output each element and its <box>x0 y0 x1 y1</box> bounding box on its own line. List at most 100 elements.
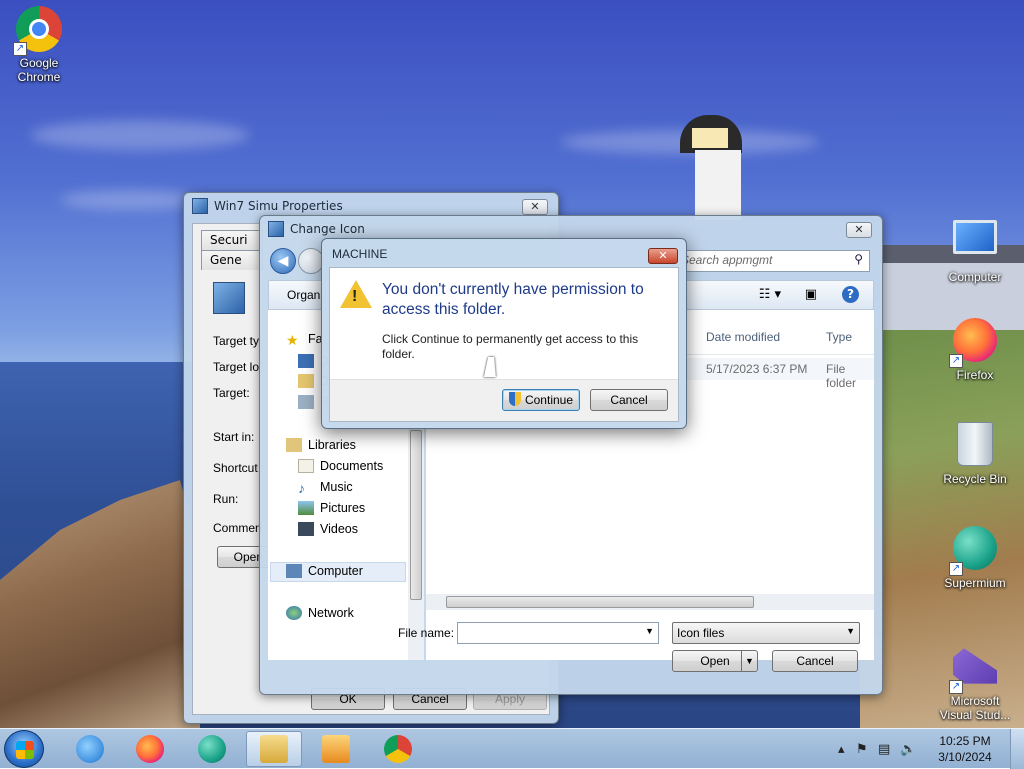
scrollbar-thumb[interactable] <box>446 596 754 608</box>
start-button[interactable] <box>4 730 44 768</box>
taskbar-file-explorer[interactable] <box>246 731 302 767</box>
change-icon-title-icon <box>268 221 284 237</box>
horizontal-scrollbar[interactable] <box>426 594 874 610</box>
videos-icon <box>298 522 314 536</box>
dialog-footer: Continue Cancel <box>330 379 678 421</box>
supermium-icon <box>198 735 226 763</box>
dialog-content: ! You don't currently have permission to… <box>329 267 679 422</box>
system-tray: ▴ ⚑ ▤ 🔈 10:25 PM 3/10/2024 <box>834 729 1024 769</box>
pictures-icon <box>298 501 314 515</box>
taskbar: ▴ ⚑ ▤ 🔈 10:25 PM 3/10/2024 <box>0 728 1024 769</box>
music-icon: ♪ <box>298 480 305 496</box>
desktop-icon <box>298 354 314 368</box>
file-explorer-icon <box>260 735 288 763</box>
network-icon <box>286 606 302 620</box>
close-button[interactable]: ✕ <box>522 199 548 215</box>
nav-music[interactable]: ♪ Music <box>298 480 353 496</box>
desktop-icon-recycle-bin[interactable]: Recycle Bin <box>936 422 1014 486</box>
shortcut-key-label: Shortcut <box>213 461 258 475</box>
open-button[interactable]: Open ▼ <box>672 650 758 672</box>
file-type-value: Icon files <box>677 626 725 640</box>
taskbar-firefox[interactable] <box>122 731 178 767</box>
nav-documents[interactable]: Documents <box>298 459 383 473</box>
file-name-input[interactable]: ▼ <box>457 622 659 644</box>
nav-label: Network <box>308 606 354 620</box>
taskbar-internet-explorer[interactable] <box>62 731 118 767</box>
cancel-button[interactable]: Cancel <box>590 389 668 411</box>
downloads-folder-icon <box>298 374 314 388</box>
tab-general[interactable]: Gene <box>201 250 263 270</box>
tab-security[interactable]: Securi <box>201 230 263 250</box>
column-type[interactable]: Type <box>826 330 852 344</box>
nav-favorites[interactable]: ★ Fa <box>286 332 323 348</box>
continue-label: Continue <box>524 393 574 407</box>
close-button[interactable]: ✕ <box>648 248 678 264</box>
libraries-icon <box>286 438 302 452</box>
help-icon[interactable]: ? <box>842 286 859 303</box>
back-arrow-icon[interactable]: ◀ <box>270 248 296 274</box>
nav-pictures[interactable]: Pictures <box>298 501 365 515</box>
uac-shield-icon <box>508 392 521 406</box>
volume-muted-icon[interactable]: 🔈 <box>900 742 916 757</box>
desktop-icon-visual-studio[interactable]: ↗ Microsoft Visual Stud... <box>936 644 1014 722</box>
split-dropdown-icon[interactable]: ▼ <box>741 651 757 671</box>
search-placeholder: Search appmgmt <box>681 253 773 267</box>
nav-computer[interactable]: Computer <box>286 564 363 578</box>
chevron-down-icon: ▼ <box>846 626 855 636</box>
dialog-title: MACHINE <box>332 247 388 261</box>
target-type-label: Target ty <box>213 334 260 348</box>
desktop-icon-label: Recycle Bin <box>943 472 1007 486</box>
desktop-icon-chrome[interactable]: ↗ Google Chrome <box>0 6 78 84</box>
warning-exclamation: ! <box>352 288 358 305</box>
file-name-label: File name: <box>398 626 455 640</box>
comment-label: Commen <box>213 521 262 535</box>
media-player-icon <box>322 735 350 763</box>
windows-logo-icon <box>16 741 34 759</box>
nav-label: Videos <box>320 522 358 536</box>
taskbar-chrome[interactable] <box>370 731 426 767</box>
computer-icon <box>953 220 997 254</box>
search-input[interactable]: Search appmgmt ⚲ <box>674 250 870 272</box>
nav-network[interactable]: Network <box>286 606 354 620</box>
file-type-select[interactable]: Icon files ▼ <box>672 622 860 644</box>
shortcut-properties-icon <box>192 198 208 214</box>
search-icon: ⚲ <box>854 252 863 266</box>
desktop-icon-firefox[interactable]: ↗ Firefox <box>936 318 1014 382</box>
recycle-bin-icon <box>957 422 993 466</box>
show-hidden-icons-icon[interactable]: ▴ <box>838 742 845 757</box>
column-date-modified[interactable]: Date modified <box>706 330 780 344</box>
window-title: Win7 Simu Properties <box>214 199 343 213</box>
continue-button[interactable]: Continue <box>502 389 580 411</box>
clock[interactable]: 10:25 PM 3/10/2024 <box>930 733 1000 765</box>
cancel-button[interactable]: Cancel <box>772 650 858 672</box>
close-button[interactable]: ✕ <box>846 222 872 238</box>
show-desktop-button[interactable] <box>1010 729 1024 769</box>
desktop-icon-label: Firefox <box>956 368 994 382</box>
view-options-icon[interactable]: ☷ ▾ <box>759 287 781 302</box>
taskbar-media-player[interactable] <box>308 731 364 767</box>
preview-pane-icon[interactable]: ▣ <box>805 287 817 302</box>
nav-libraries[interactable]: Libraries <box>286 438 356 452</box>
shortcut-icon <box>213 282 245 314</box>
nav-label: Documents <box>320 459 384 473</box>
organize-menu[interactable]: Organi <box>287 288 323 302</box>
action-center-flag-icon[interactable]: ⚑ <box>856 742 868 757</box>
documents-icon <box>298 459 314 473</box>
nav-label: Libraries <box>308 438 356 452</box>
dialog-main-instruction: You don't currently have permission to a… <box>382 281 644 318</box>
network-icon[interactable]: ▤ <box>878 742 890 757</box>
clock-time: 10:25 PM <box>939 734 991 748</box>
desktop-icon-computer[interactable]: Computer <box>936 214 1014 284</box>
target-location-label: Target lo <box>213 360 260 374</box>
desktop-icon-supermium[interactable]: ↗ Supermium <box>936 526 1014 590</box>
target-label: Target: <box>213 386 250 400</box>
open-label: Open <box>700 654 730 668</box>
taskbar-supermium[interactable] <box>184 731 240 767</box>
chevron-down-icon: ▼ <box>645 626 654 636</box>
scrollbar-thumb[interactable] <box>410 430 422 600</box>
run-label: Run: <box>213 492 239 506</box>
dialog-sub-text: Click Continue to permanently get access… <box>382 332 639 361</box>
star-icon: ★ <box>286 332 299 348</box>
nav-videos[interactable]: Videos <box>298 522 358 536</box>
row-date: 5/17/2023 6:37 PM <box>706 362 808 376</box>
